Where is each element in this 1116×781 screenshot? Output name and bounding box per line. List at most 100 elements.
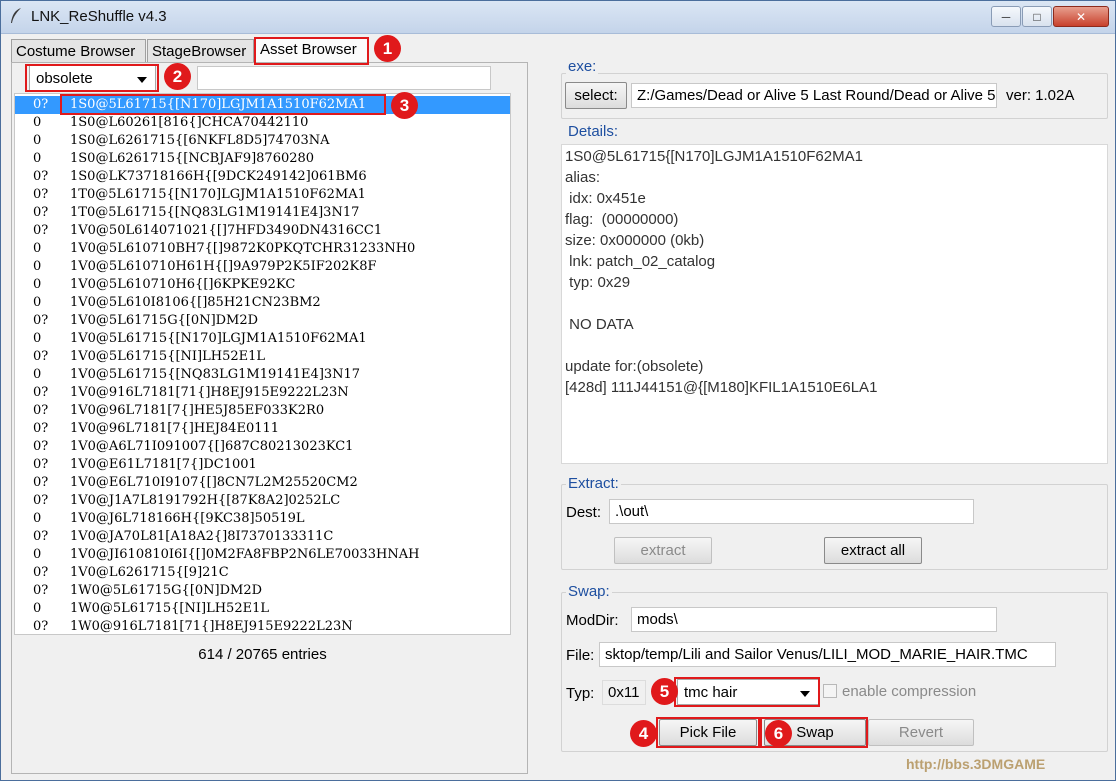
feather-icon [11, 8, 21, 23]
version-label: ver: 1.02A [1006, 87, 1075, 104]
entry-flag: 0? [33, 169, 49, 184]
entry-flag: 0? [33, 457, 49, 472]
entry-name: 1V0@JA70L81[A18A2{]8I7370133311C [70, 529, 334, 544]
list-item[interactable]: 0 1V0@5L610710H61H{[]9A979P2K5IF202K8F [15, 258, 510, 276]
list-item[interactable]: 0 1S0@L6261715{[NCBJAF9]8760280 [15, 150, 510, 168]
details-text[interactable]: 1S0@5L61715{[N170]LGJM1A1510F62MA1 alias:… [561, 144, 1108, 464]
list-item[interactable]: 0? 1V0@JA70L81[A18A2{]8I7370133311C [15, 528, 510, 546]
close-button[interactable]: ✕ [1053, 6, 1109, 27]
entry-flag: 0 [33, 601, 42, 616]
list-item[interactable]: 0? 1V0@5L61715G{[0N]DM2D [15, 312, 510, 330]
list-item[interactable]: 0? 1V0@50L614071021{[]7HFD3490DN4316CC1 [15, 222, 510, 240]
exe-path-field[interactable]: Z:/Games/Dead or Alive 5 Last Round/Dead… [631, 83, 997, 108]
list-item[interactable]: 0? 1V0@96L7181[7{]HEJ84E0111 [15, 420, 510, 438]
compression-label: enable compression [842, 683, 977, 700]
entry-flag: 0 [33, 367, 42, 382]
list-item[interactable]: 0? 1S0@LK73718166H{[9DCK249142]061BM6 [15, 168, 510, 186]
details-line: NO DATA [565, 316, 634, 333]
list-item[interactable]: 0 1V0@JI610810I6I{[]0M2FA8FBP2N6LE70033HN… [15, 546, 510, 564]
entry-flag: 0? [33, 223, 49, 238]
entry-flag: 0? [33, 475, 49, 490]
revert-button[interactable]: Revert [868, 719, 974, 746]
entry-flag: 0 [33, 133, 42, 148]
entry-flag: 0? [33, 529, 49, 544]
entry-flag: 0 [33, 151, 42, 166]
dest-field[interactable]: .\out\ [609, 499, 974, 524]
tab-costume-browser[interactable]: Costume Browser [11, 39, 146, 63]
entry-flag: 0? [33, 205, 49, 220]
entry-name: 1V0@5L61715{[N170]LGJM1A1510F62MA1 [70, 331, 367, 346]
list-item[interactable]: 0? 1V0@96L7181[7{]HE5J85EF033K2R0 [15, 402, 510, 420]
dest-label: Dest: [566, 504, 602, 521]
list-item[interactable]: 0 1V0@5L61715{[N170]LGJM1A1510F62MA1 [15, 330, 510, 348]
extract-all-button[interactable]: extract all [824, 537, 922, 564]
entry-flag: 0? [33, 349, 49, 364]
file-path-field[interactable]: sktop/temp/Lili and Sailor Venus/LILI_MO… [599, 642, 1056, 667]
watermark: http://bbs.3DMGAME [906, 756, 1046, 772]
extract-label: Extract: [566, 475, 621, 492]
list-item[interactable]: 0 1V0@5L610710H6{[]6KPKE92KC [15, 276, 510, 294]
entry-name: 1V0@5L610710H6{[]6KPKE92KC [70, 277, 296, 292]
callout-box-filter [25, 64, 159, 92]
callout-badge-4: 4 [630, 720, 657, 747]
file-label: File: [566, 647, 595, 664]
moddir-field[interactable]: mods\ [631, 607, 997, 632]
entry-name: 1V0@5L61715G{[0N]DM2D [70, 313, 259, 328]
list-item[interactable]: 0? 1T0@5L61715{[NQ83LG1M19141E4]3N17 [15, 204, 510, 222]
list-item[interactable]: 0 1S0@L6261715{[6NKFL8D5]74703NA [15, 132, 510, 150]
select-exe-button[interactable]: select: [565, 82, 627, 109]
callout-badge-3: 3 [391, 92, 418, 119]
entry-flag: 0 [33, 259, 42, 274]
search-input[interactable] [197, 66, 491, 90]
entry-flag: 0 [33, 331, 42, 346]
list-item[interactable]: 0 1V0@5L61715{[NQ83LG1M19141E4]3N17 [15, 366, 510, 384]
entry-flag: 0 [33, 115, 42, 130]
list-item[interactable]: 0 1V0@5L610710BH7{[]9872K0PKQTCHR31233NH0 [15, 240, 510, 258]
entry-name: 1V0@96L7181[7{]HE5J85EF033K2R0 [70, 403, 325, 418]
entry-name: 1V0@5L610710H61H{[]9A979P2K5IF202K8F [70, 259, 377, 274]
list-item[interactable]: 0? 1W0@5L61715G{[0N]DM2D [15, 582, 510, 600]
entry-name: 1W0@5L61715G{[0N]DM2D [70, 583, 263, 598]
details-line: flag: (00000000) [565, 211, 679, 228]
list-item[interactable]: 0? 1V0@L6261715{[9]21C [15, 564, 510, 582]
list-item[interactable]: 0? 1T0@5L61715{[N170]LGJM1A1510F62MA1 [15, 186, 510, 204]
entry-name: 1S0@L6261715{[6NKFL8D5]74703NA [70, 133, 330, 148]
list-item[interactable]: 0 1V0@5L610I8106{[]85H21CN23BM2 [15, 294, 510, 312]
title-bar[interactable]: LNK_ReShuffle v4.3 ─ □ ✕ [1, 1, 1115, 34]
entry-name: 1V0@JI610810I6I{[]0M2FA8FBP2N6LE70033HNA… [70, 547, 420, 562]
details-line: alias: [565, 169, 601, 186]
entry-flag: 0 [33, 241, 42, 256]
moddir-label: ModDir: [566, 612, 619, 629]
tab-stage-browser[interactable]: StageBrowser [147, 39, 254, 63]
list-item[interactable]: 0 1V0@J6L718166H{[9KC38]50519L [15, 510, 510, 528]
list-item[interactable]: 0 1W0@5L61715{[NI]LH52E1L [15, 600, 510, 618]
list-item[interactable]: 0? 1V0@E61L7181[7{]DC1001 [15, 456, 510, 474]
list-item[interactable]: 0? 1V0@E6L710I9107{[]8CN7L2M25520CM2 [15, 474, 510, 492]
list-item[interactable]: 0? 1V0@J1A7L8191792H{[87K8A2]0252LC [15, 492, 510, 510]
entry-flag: 0 [33, 295, 42, 310]
maximize-button[interactable]: □ [1022, 6, 1052, 27]
list-item[interactable]: 0? 1V0@916L7181[71{]H8EJ915E9222L23N [15, 384, 510, 402]
entry-flag: 0? [33, 439, 49, 454]
details-line: 1S0@5L61715{[N170]LGJM1A1510F62MA1 [565, 148, 863, 165]
list-item[interactable]: 0? 1V0@A6L71I091007{[]687C80213023KC1 [15, 438, 510, 456]
entry-flag: 0? [33, 187, 49, 202]
list-item[interactable]: 0 1S0@L60261[816{]CHCA70442110 [15, 114, 510, 132]
entry-name: 1V0@A6L71I091007{[]687C80213023KC1 [70, 439, 354, 454]
compression-checkbox[interactable] [823, 684, 837, 698]
entry-name: 1V0@5L610I8106{[]85H21CN23BM2 [70, 295, 321, 310]
window-title: LNK_ReShuffle v4.3 [31, 8, 167, 25]
entry-flag: 0 [33, 547, 42, 562]
extract-button[interactable]: extract [614, 537, 712, 564]
callout-badge-2: 2 [164, 63, 191, 90]
minimize-button[interactable]: ─ [991, 6, 1021, 27]
entry-name: 1W0@5L61715{[NI]LH52E1L [70, 601, 269, 616]
list-item[interactable]: 0? 1V0@5L61715{[NI]LH52E1L [15, 348, 510, 366]
entry-name: 1V0@J1A7L8191792H{[87K8A2]0252LC [70, 493, 341, 508]
list-item[interactable]: 0? 1W0@916L7181[71{]H8EJ915E9222L23N [15, 618, 510, 634]
entry-name: 1V0@E61L7181[7{]DC1001 [70, 457, 257, 472]
app-window: LNK_ReShuffle v4.3 ─ □ ✕ Costume Browser… [0, 0, 1116, 781]
asset-list[interactable]: 0? 1S0@5L61715{[N170]LGJM1A1510F62MA1 0 1S0… [14, 93, 511, 635]
entry-name: 1S0@L6261715{[NCBJAF9]8760280 [70, 151, 315, 166]
entry-name: 1V0@L6261715{[9]21C [70, 565, 229, 580]
